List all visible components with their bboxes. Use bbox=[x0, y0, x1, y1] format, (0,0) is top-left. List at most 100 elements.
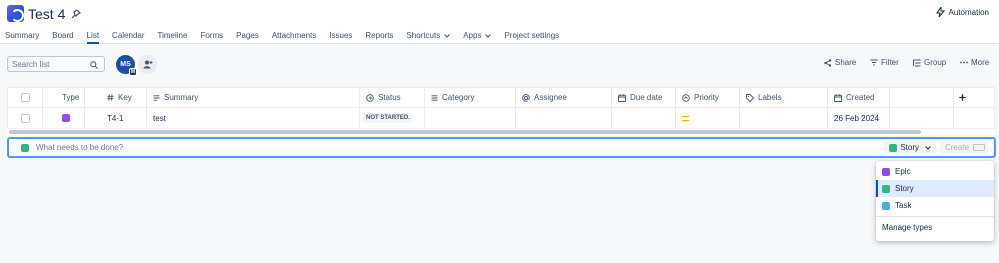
col-label: Due date bbox=[630, 93, 663, 102]
add-column-button[interactable] bbox=[954, 88, 972, 107]
create-label: Create bbox=[945, 143, 970, 152]
avatar[interactable]: MS M bbox=[116, 55, 137, 76]
tab-reports[interactable]: Reports bbox=[360, 28, 397, 44]
horizontal-scrollbar[interactable] bbox=[7, 129, 995, 135]
tab-summary[interactable]: Summary bbox=[0, 28, 43, 44]
tab-issues[interactable]: Issues bbox=[324, 28, 356, 44]
row-status[interactable]: NOT STARTED. bbox=[360, 108, 425, 128]
col-key[interactable]: Key bbox=[85, 88, 147, 107]
project-title: Test 4 bbox=[28, 6, 66, 22]
avatar-initials: MS bbox=[120, 61, 131, 68]
col-type[interactable]: Type bbox=[43, 88, 85, 107]
row-due-date[interactable] bbox=[612, 108, 676, 128]
col-created[interactable]: Created bbox=[828, 88, 890, 107]
row-labels[interactable] bbox=[740, 108, 828, 128]
scrollbar-thumb[interactable] bbox=[9, 130, 921, 134]
menu-item-story[interactable]: Story bbox=[876, 180, 994, 197]
row-select-cell bbox=[8, 108, 43, 128]
select-all-checkbox[interactable] bbox=[21, 93, 30, 102]
more-button[interactable]: More bbox=[960, 58, 989, 67]
chevron-down-icon bbox=[444, 34, 451, 38]
share-icon bbox=[824, 58, 832, 67]
row-key[interactable]: T4-1 bbox=[85, 108, 147, 128]
row-priority[interactable] bbox=[676, 108, 740, 128]
row-assignee[interactable] bbox=[516, 108, 612, 128]
project-tabs: Summary Board List Calendar Timeline For… bbox=[0, 28, 563, 44]
row-category[interactable] bbox=[425, 108, 516, 128]
tab-label: Project settings bbox=[504, 31, 560, 40]
col-due-date[interactable]: Due date bbox=[612, 88, 676, 107]
search-icon bbox=[90, 61, 98, 69]
col-status[interactable]: Status bbox=[360, 88, 425, 107]
tab-board[interactable]: Board bbox=[47, 28, 77, 44]
row-summary[interactable]: test bbox=[147, 108, 360, 128]
tab-label: Board bbox=[52, 31, 74, 40]
more-icon bbox=[960, 61, 968, 64]
chevron-down-icon bbox=[485, 34, 492, 38]
col-priority[interactable]: Priority bbox=[676, 88, 740, 107]
col-label: Status bbox=[378, 93, 401, 102]
col-summary[interactable]: Summary bbox=[147, 88, 360, 107]
tab-label: Reports bbox=[365, 31, 394, 40]
row-spacer bbox=[890, 108, 954, 128]
tab-label: Forms bbox=[200, 31, 224, 40]
calendar-icon bbox=[834, 93, 842, 102]
create-button[interactable]: Create bbox=[940, 141, 988, 154]
tab-label: Pages bbox=[236, 31, 259, 40]
issue-key[interactable]: T4-1 bbox=[107, 114, 123, 123]
tab-shortcuts[interactable]: Shortcuts bbox=[401, 28, 454, 44]
tab-label: Attachments bbox=[271, 31, 317, 40]
status-badge[interactable]: NOT STARTED. bbox=[363, 113, 413, 123]
col-label: Category bbox=[442, 93, 475, 102]
filter-button[interactable]: Filter bbox=[870, 58, 899, 67]
col-label: Priority bbox=[694, 93, 719, 102]
add-people-button[interactable] bbox=[138, 55, 157, 74]
search-placeholder: Search list bbox=[12, 60, 50, 69]
col-label: Key bbox=[118, 93, 132, 102]
filter-icon bbox=[870, 59, 878, 66]
automation-button[interactable]: Automation bbox=[935, 7, 989, 17]
pin-icon[interactable] bbox=[71, 9, 81, 19]
issue-summary: test bbox=[153, 113, 166, 123]
manage-types-button[interactable]: Manage types bbox=[876, 219, 994, 236]
tab-attachments[interactable]: Attachments bbox=[267, 28, 320, 44]
select-all-cell bbox=[8, 88, 43, 107]
plus-icon bbox=[959, 94, 966, 101]
at-icon bbox=[522, 93, 530, 102]
table-header: Type Key Summary Status Category Assigne… bbox=[8, 88, 994, 108]
add-person-icon bbox=[143, 60, 152, 69]
col-category[interactable]: Category bbox=[425, 88, 516, 107]
created-date: 26 Feb 2024 bbox=[834, 113, 879, 123]
col-assignee[interactable]: Assignee bbox=[516, 88, 612, 107]
tab-label: Summary bbox=[5, 31, 40, 40]
tab-apps[interactable]: Apps bbox=[458, 28, 495, 44]
row-checkbox[interactable] bbox=[21, 113, 30, 123]
row-end bbox=[954, 108, 972, 128]
share-button[interactable]: Share bbox=[824, 58, 856, 67]
issue-table: Type Key Summary Status Category Assigne… bbox=[7, 87, 995, 129]
automation-label: Automation bbox=[948, 7, 989, 17]
tab-project-settings[interactable]: Project settings bbox=[499, 28, 563, 44]
lightning-icon bbox=[935, 7, 945, 17]
issue-type-select[interactable]: Story bbox=[884, 141, 936, 154]
tab-label: List bbox=[86, 31, 100, 40]
col-labels[interactable]: Labels bbox=[740, 88, 828, 107]
tab-label: Shortcuts bbox=[406, 31, 441, 40]
group-button[interactable]: Group bbox=[913, 58, 946, 67]
tab-list[interactable]: List bbox=[82, 28, 103, 44]
tab-pages[interactable]: Pages bbox=[231, 28, 263, 44]
tab-forms[interactable]: Forms bbox=[195, 28, 227, 44]
create-issue-input[interactable]: What needs to be done? bbox=[36, 143, 123, 152]
create-issue-row[interactable]: What needs to be done? Story Create bbox=[7, 137, 996, 158]
tab-calendar[interactable]: Calendar bbox=[107, 28, 148, 44]
project-logo bbox=[7, 5, 24, 22]
search-input[interactable]: Search list bbox=[7, 56, 105, 72]
menu-item-epic[interactable]: Epic bbox=[876, 163, 994, 180]
story-icon bbox=[21, 144, 29, 152]
tab-timeline[interactable]: Timeline bbox=[153, 28, 192, 44]
col-label: Assignee bbox=[534, 93, 567, 102]
story-icon bbox=[882, 184, 890, 193]
row-type[interactable] bbox=[43, 108, 85, 128]
menu-item-task[interactable]: Task bbox=[876, 197, 994, 214]
table-row[interactable]: T4-1 test NOT STARTED. 26 Feb 2024 bbox=[8, 108, 994, 128]
